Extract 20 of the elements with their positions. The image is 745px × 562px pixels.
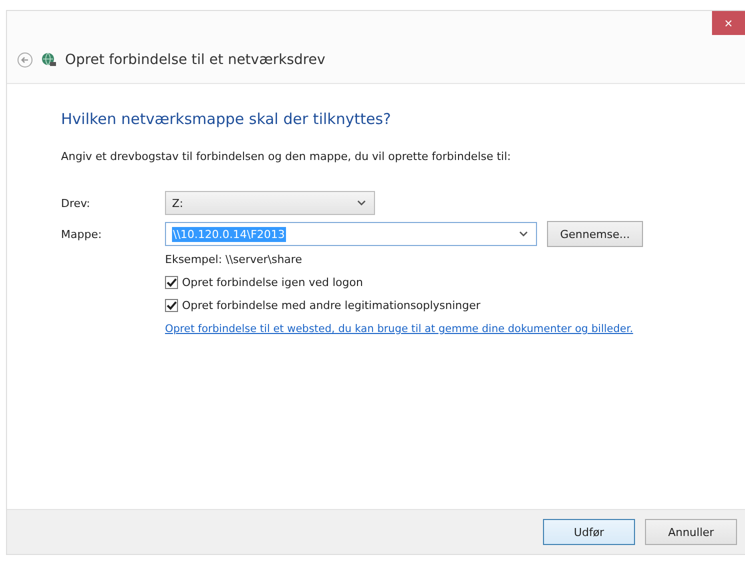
checkbox-label: Opret forbindelse med andre legitimationsoplysninger bbox=[182, 299, 480, 312]
drive-label: Drev: bbox=[61, 196, 92, 210]
window-title: Opret forbindelse til et netværksdrev bbox=[65, 52, 326, 68]
folder-label: Mappe: bbox=[61, 228, 103, 240]
checkbox-label: Opret forbindelse igen ved logon bbox=[182, 276, 363, 289]
checkbox[interactable] bbox=[165, 299, 178, 312]
drive-dropdown[interactable]: Z: bbox=[165, 191, 375, 215]
chevron-icon bbox=[357, 200, 366, 206]
checkbox[interactable] bbox=[165, 276, 178, 289]
finish-button[interactable]: Udfør bbox=[543, 519, 635, 545]
back-icon[interactable] bbox=[17, 52, 33, 68]
page-heading: Hvilken netværksmappe skal der tilknyttes? bbox=[61, 110, 392, 128]
instruction-text: Angiv et drevbogstav til forbindelsen og den mappe, du vil oprette forbindelse til: bbox=[61, 150, 512, 163]
example-text: Eksempel: \\server\share bbox=[165, 253, 303, 266]
browse-button[interactable]: Gennemse... bbox=[547, 221, 643, 247]
close-button[interactable]: × bbox=[712, 11, 745, 35]
network-drive-icon bbox=[40, 51, 58, 69]
chevron-icon bbox=[519, 231, 528, 237]
website-link[interactable]: Opret forbindelse til et websted, du kan bruge til at gemme dine dokumenter og billeder. bbox=[165, 323, 634, 335]
cancel-button[interactable]: Annuller bbox=[645, 519, 737, 545]
